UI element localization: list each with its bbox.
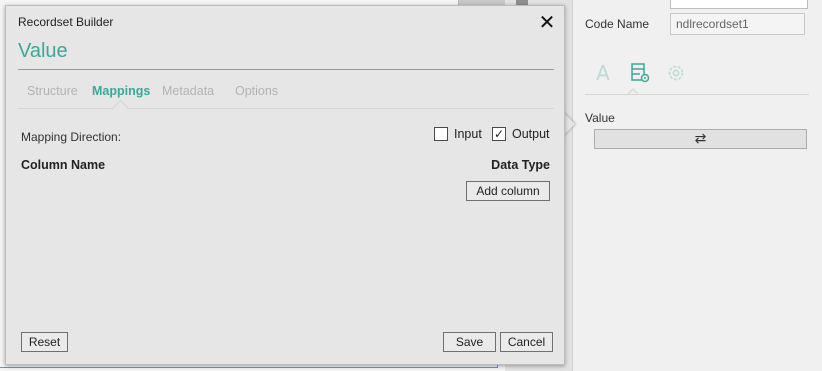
text-icon: A bbox=[596, 61, 610, 85]
dialog-title: Recordset Builder bbox=[18, 15, 114, 29]
mapping-direction-label: Mapping Direction: bbox=[21, 130, 122, 144]
output-checkbox[interactable]: ✓ Output bbox=[492, 127, 550, 141]
value-label: Value bbox=[585, 111, 615, 125]
active-tab-indicator bbox=[112, 99, 129, 116]
recordset-properties-tab[interactable] bbox=[628, 60, 652, 86]
data-type-header: Data Type bbox=[491, 158, 550, 172]
properties-panel: Code Name ndlrecordset1 A Value ⇄ bbox=[573, 0, 822, 371]
recordset-settings-icon bbox=[631, 63, 650, 83]
tab-mappings[interactable]: Mappings bbox=[92, 84, 150, 98]
tab-metadata[interactable]: Metadata bbox=[162, 84, 214, 98]
swap-arrows-icon: ⇄ bbox=[694, 131, 707, 147]
dialog-tabs: Structure Mappings Metadata Options bbox=[18, 84, 554, 116]
top-property-field[interactable] bbox=[670, 0, 808, 9]
output-checkbox-box[interactable]: ✓ bbox=[492, 127, 506, 141]
input-checkbox-box[interactable] bbox=[434, 127, 448, 141]
close-icon[interactable]: ✕ bbox=[535, 10, 559, 34]
save-button[interactable]: Save bbox=[443, 332, 496, 352]
recordset-builder-dialog: Recordset Builder ✕ Value Structure Mapp… bbox=[5, 5, 565, 365]
active-tab-caret bbox=[628, 88, 638, 94]
code-name-field[interactable]: ndlrecordset1 bbox=[670, 13, 805, 35]
column-name-header: Column Name bbox=[21, 158, 106, 172]
settings-tab[interactable] bbox=[664, 60, 688, 86]
heading-divider bbox=[18, 69, 554, 70]
checkmark-icon: ✓ bbox=[493, 127, 505, 141]
input-checkbox[interactable]: Input bbox=[434, 127, 482, 141]
output-checkbox-label: Output bbox=[512, 127, 550, 141]
tab-structure[interactable]: Structure bbox=[27, 84, 78, 98]
value-mapping-button[interactable]: ⇄ bbox=[594, 129, 807, 149]
reset-button[interactable]: Reset bbox=[21, 332, 68, 352]
tab-options[interactable]: Options bbox=[235, 84, 278, 98]
code-name-label: Code Name bbox=[585, 17, 650, 31]
add-column-button[interactable]: Add column bbox=[466, 181, 550, 201]
cancel-button[interactable]: Cancel bbox=[500, 332, 553, 352]
gear-icon bbox=[668, 65, 684, 81]
input-checkbox-label: Input bbox=[454, 127, 482, 141]
dialog-heading: Value bbox=[18, 40, 68, 62]
text-properties-tab[interactable]: A bbox=[591, 60, 615, 86]
properties-tabs: A bbox=[585, 60, 809, 95]
